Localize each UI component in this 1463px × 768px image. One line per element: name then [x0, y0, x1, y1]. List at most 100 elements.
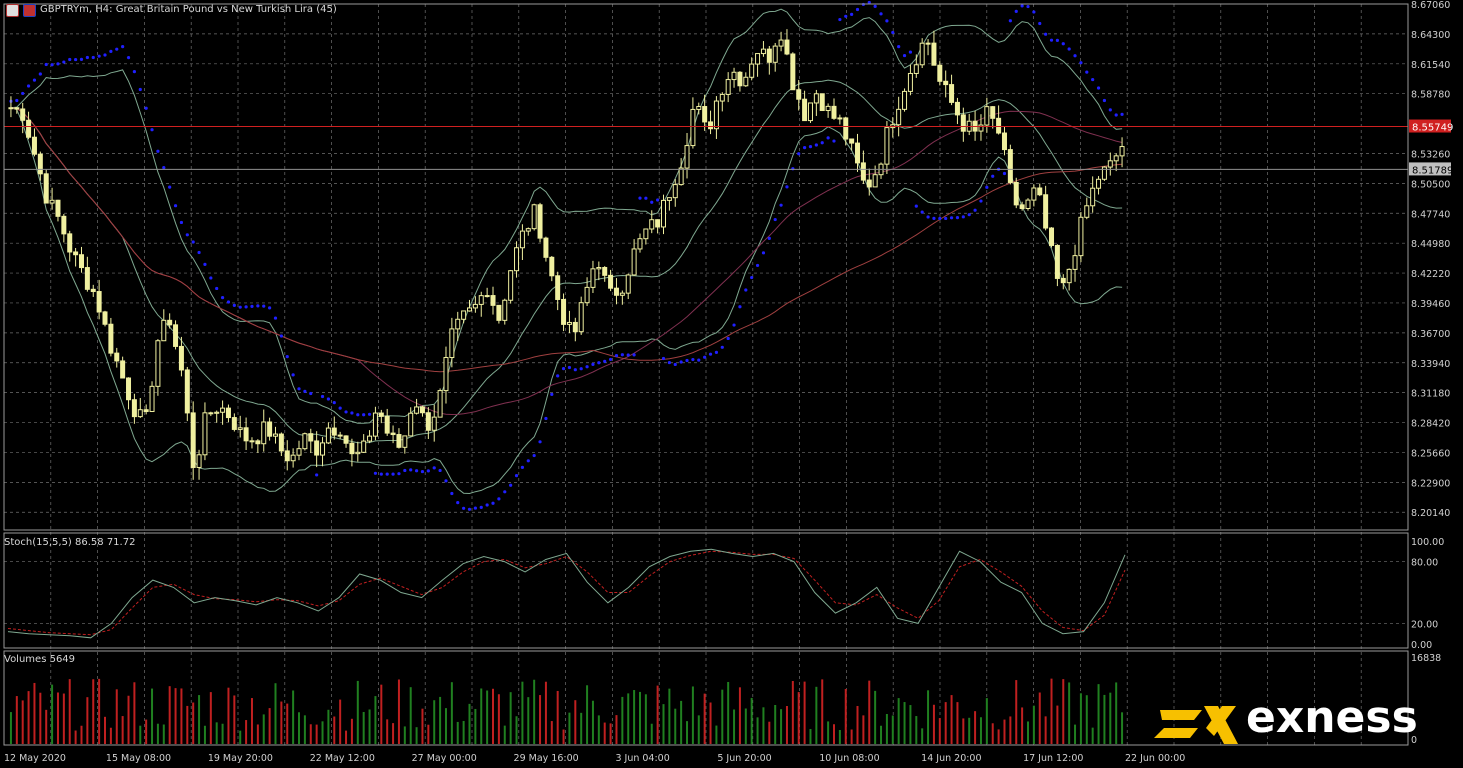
candle-body	[860, 162, 866, 181]
candle-body	[725, 79, 731, 95]
candle-body	[590, 268, 596, 288]
psar-dot	[332, 401, 336, 405]
candle-body	[67, 233, 73, 253]
candle-body	[466, 307, 472, 312]
candle-body	[678, 167, 684, 186]
candle-body	[919, 42, 925, 66]
psar-dot	[1096, 86, 1101, 90]
candle-body	[643, 228, 649, 240]
bid-price-tag: 8.51789	[1412, 165, 1453, 176]
candle-body	[608, 274, 614, 289]
symbol-flag-icon-2	[23, 4, 36, 17]
candle-body	[43, 173, 49, 204]
psar-dot	[1055, 38, 1059, 43]
psar-dot	[738, 305, 742, 309]
candle-body	[419, 406, 425, 414]
psar-dot	[215, 286, 219, 291]
psar-dot	[414, 469, 419, 473]
psar-dot	[1102, 98, 1107, 103]
psar-dot	[679, 360, 683, 364]
candle-body	[949, 84, 955, 103]
psar-dot	[661, 356, 666, 361]
psar-dot	[585, 365, 589, 369]
psar-dot	[1091, 77, 1095, 82]
candle-body	[766, 48, 772, 63]
candle-body	[772, 45, 778, 63]
candle-body	[267, 421, 273, 437]
psar-dot	[873, 4, 877, 8]
psar-dot	[891, 30, 895, 35]
psar-dot	[1014, 9, 1018, 13]
psar-dot	[409, 468, 413, 472]
psar-dot	[115, 47, 119, 51]
psar-dot	[150, 128, 154, 132]
time-tick-label: 22 May 12:00	[310, 753, 375, 764]
candle-body	[1031, 187, 1037, 201]
psar-dot	[179, 220, 184, 225]
candle-body	[8, 107, 14, 110]
candle-body	[872, 174, 878, 188]
candle-body	[126, 377, 132, 401]
psar-dot	[38, 72, 42, 76]
candle-body	[178, 345, 184, 371]
candle-body	[278, 433, 284, 452]
psar-dot	[250, 304, 254, 308]
psar-dot	[367, 412, 372, 416]
candle-body	[184, 369, 190, 414]
candle-body	[561, 298, 567, 325]
price-tick-label: 8.64300	[1411, 30, 1450, 41]
price-tick-label: 8.20140	[1411, 508, 1450, 519]
psar-dot	[315, 473, 319, 477]
psar-dot	[691, 357, 695, 362]
psar-dot	[467, 507, 472, 511]
candle-body	[855, 142, 861, 164]
psar-dot	[650, 200, 654, 204]
price-tick-label: 8.42220	[1411, 269, 1450, 280]
candle-body	[519, 230, 525, 249]
candle-body	[161, 319, 167, 342]
psar-dot	[44, 62, 48, 67]
psar-dot	[297, 387, 301, 391]
candle-body	[1019, 204, 1025, 209]
exness-logo: exness	[1150, 692, 1450, 752]
psar-dot	[914, 204, 918, 208]
candle-body	[320, 442, 326, 456]
psar-dot	[256, 304, 260, 308]
psar-dot	[426, 469, 430, 473]
psar-dot	[56, 62, 60, 66]
brand-name: exness	[1246, 692, 1418, 743]
psar-dot	[744, 288, 748, 292]
candle-body	[143, 409, 149, 413]
psar-dot	[32, 78, 37, 82]
candle-body	[284, 450, 290, 462]
psar-dot	[1120, 112, 1124, 116]
psar-dot	[91, 55, 95, 60]
psar-dot	[926, 215, 930, 219]
price-tick-label: 8.53260	[1411, 149, 1450, 160]
psar-dot	[103, 53, 107, 57]
price-tick-label: 8.33940	[1411, 359, 1450, 370]
candle-body	[1043, 194, 1049, 229]
psar-dot	[244, 305, 248, 309]
psar-dot	[667, 360, 671, 365]
psar-dot	[1114, 113, 1118, 117]
candle-body	[325, 427, 331, 444]
psar-dot	[826, 136, 830, 140]
candle-body	[237, 427, 243, 430]
psar-dot	[814, 143, 818, 147]
candle-body	[537, 204, 543, 239]
candle-body	[749, 63, 755, 78]
candle-body	[26, 119, 32, 138]
psar-dot	[949, 216, 954, 220]
candle-body	[1107, 160, 1113, 168]
time-tick-label: 29 May 16:00	[514, 753, 579, 764]
candle-body	[937, 64, 943, 82]
candle-body	[984, 106, 990, 126]
psar-dot	[808, 145, 813, 149]
psar-dot	[879, 12, 883, 16]
psar-dot	[897, 45, 901, 49]
price-chart[interactable]: 100.0080.0020.000.00 168380 8.670608.643…	[0, 0, 1463, 768]
candle-body	[249, 440, 255, 443]
psar-dot	[855, 7, 860, 12]
candle-body	[1001, 132, 1007, 151]
